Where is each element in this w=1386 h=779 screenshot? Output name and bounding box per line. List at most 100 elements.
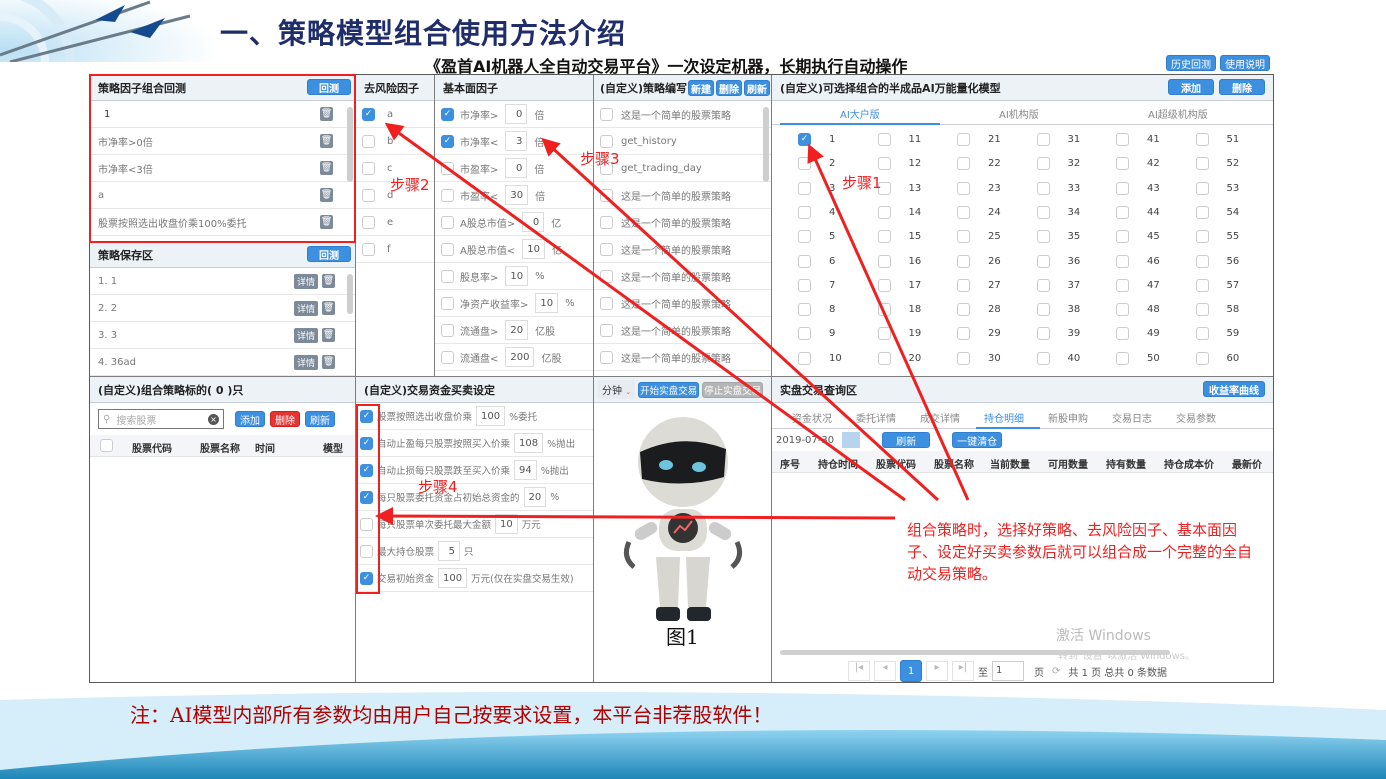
checkbox[interactable]: [1195, 254, 1209, 268]
setting-value-input[interactable]: 94: [514, 460, 537, 480]
query-tab[interactable]: 委托详情: [856, 410, 896, 425]
checkbox[interactable]: [877, 351, 891, 365]
first-page-button[interactable]: |◂: [848, 661, 870, 681]
ai-model-option[interactable]: ✓ 1: [798, 133, 835, 146]
checkbox[interactable]: [877, 230, 891, 244]
ai-model-option[interactable]: 47: [1116, 278, 1160, 292]
checkbox[interactable]: [1116, 327, 1129, 341]
ai-model-option[interactable]: 43: [1116, 181, 1160, 195]
reload-icon[interactable]: ⟳: [1052, 666, 1060, 677]
factor-value-input[interactable]: 3: [505, 131, 528, 151]
new-strategy-button[interactable]: 新建: [688, 80, 714, 96]
checkbox[interactable]: [877, 327, 891, 341]
save-backtest-button[interactable]: 回测: [307, 246, 351, 262]
strategy-item[interactable]: 这是一个简单的股票策略: [594, 101, 771, 128]
ai-model-option[interactable]: 14: [877, 205, 921, 219]
ai-model-option[interactable]: 34: [1036, 205, 1080, 219]
setting-value-input[interactable]: 100: [476, 406, 506, 426]
add-stock-button[interactable]: 添加: [235, 411, 265, 427]
start-live-trading-button[interactable]: 开始实盘交易: [638, 381, 700, 398]
user-guide-button[interactable]: 使用说明: [1220, 55, 1270, 71]
detail-button[interactable]: 详情: [293, 300, 318, 316]
risk-factor-item[interactable]: ✓ a: [356, 101, 434, 128]
factor-value-input[interactable]: 10: [505, 266, 529, 286]
delete-strategy-button[interactable]: 删除: [716, 80, 742, 96]
checkbox[interactable]: [957, 278, 970, 292]
checkbox[interactable]: [1036, 254, 1050, 268]
query-tab[interactable]: 交易日志: [1112, 410, 1152, 425]
ai-model-option[interactable]: 2: [798, 157, 835, 171]
strategy-item[interactable]: 这是一个简单的股票策略: [594, 290, 771, 317]
factor-value-input[interactable]: 10: [522, 239, 545, 259]
ai-model-option[interactable]: 58: [1195, 303, 1239, 317]
checkbox[interactable]: [362, 161, 375, 175]
return-curve-button[interactable]: 收益率曲线: [1203, 381, 1265, 397]
checkbox[interactable]: ✓: [362, 107, 375, 121]
checkbox[interactable]: [600, 134, 613, 148]
checkbox[interactable]: [441, 269, 454, 283]
query-tab[interactable]: 新股申购: [1048, 410, 1088, 425]
checkbox[interactable]: [1116, 351, 1129, 365]
checkbox[interactable]: [1036, 181, 1050, 195]
risk-factor-item[interactable]: f: [356, 236, 434, 263]
checkbox[interactable]: [1036, 157, 1050, 171]
stock-search-input[interactable]: ⚲ 搜索股票 ×: [98, 409, 224, 429]
factor-value-input[interactable]: 0: [505, 158, 528, 178]
ai-model-option[interactable]: 26: [957, 254, 1001, 268]
ai-model-option[interactable]: 59: [1195, 327, 1239, 341]
ai-model-option[interactable]: 38: [1036, 303, 1080, 317]
tab-ai-retail[interactable]: AI大户版: [840, 106, 880, 121]
checkbox[interactable]: [1116, 278, 1129, 292]
ai-model-option[interactable]: 49: [1116, 327, 1160, 341]
ai-model-option[interactable]: 15: [877, 230, 921, 244]
ai-model-option[interactable]: 3: [798, 181, 835, 195]
ai-model-option[interactable]: 56: [1195, 254, 1239, 268]
ai-model-option[interactable]: 30: [957, 351, 1001, 365]
checkbox[interactable]: [600, 188, 613, 202]
date-field[interactable]: 2019-07-30: [776, 435, 834, 446]
ai-model-option[interactable]: 48: [1116, 303, 1160, 317]
checkbox[interactable]: [1116, 157, 1129, 171]
checkbox[interactable]: [1195, 181, 1209, 195]
select-all-checkbox[interactable]: [100, 439, 113, 452]
checkbox[interactable]: [1195, 157, 1209, 171]
ai-model-option[interactable]: 24: [957, 205, 1001, 219]
checkbox[interactable]: ✓: [798, 133, 811, 146]
clear-all-positions-button[interactable]: 一键清仓: [952, 432, 1003, 448]
ai-model-option[interactable]: 6: [798, 254, 835, 268]
ai-model-option[interactable]: 32: [1036, 157, 1080, 171]
checkbox[interactable]: [441, 296, 454, 310]
ai-model-option[interactable]: 8: [798, 303, 835, 317]
factor-value-input[interactable]: 20: [505, 320, 529, 340]
calendar-icon[interactable]: [842, 432, 861, 448]
ai-model-option[interactable]: 7: [798, 278, 835, 292]
setting-value-input[interactable]: 10: [495, 514, 518, 534]
saved-strategy-item[interactable]: 1. 1 详情 🗑: [90, 268, 355, 295]
checkbox[interactable]: [441, 161, 454, 175]
refresh-strategy-button[interactable]: 刷新: [744, 80, 770, 96]
refresh-stock-button[interactable]: 刷新: [305, 411, 335, 427]
setting-value-input[interactable]: 100: [438, 568, 468, 588]
checkbox[interactable]: [441, 215, 454, 229]
checkbox[interactable]: [600, 323, 613, 337]
ai-model-option[interactable]: 12: [877, 157, 921, 171]
trash-icon[interactable]: 🗑: [322, 355, 335, 369]
checkbox[interactable]: [441, 350, 454, 364]
checkbox[interactable]: [877, 254, 891, 268]
last-page-button[interactable]: ▸|: [952, 661, 974, 681]
add-model-button[interactable]: 添加: [1168, 79, 1214, 95]
checkbox[interactable]: [600, 296, 613, 310]
ai-model-option[interactable]: 51: [1195, 133, 1239, 146]
checkbox[interactable]: [1195, 278, 1209, 292]
ai-model-option[interactable]: 16: [877, 254, 921, 268]
ai-model-option[interactable]: 28: [957, 303, 1001, 317]
factor-value-input[interactable]: 10: [535, 293, 559, 313]
checkbox[interactable]: [798, 278, 811, 292]
ai-model-option[interactable]: 54: [1195, 205, 1239, 219]
ai-model-option[interactable]: 45: [1116, 230, 1160, 244]
tab-ai-super-institution[interactable]: AI超级机构版: [1148, 106, 1208, 121]
checkbox[interactable]: [877, 205, 891, 219]
query-tab[interactable]: 持仓明细: [984, 410, 1024, 425]
ai-model-option[interactable]: 4: [798, 205, 835, 219]
checkbox[interactable]: [1116, 181, 1129, 195]
